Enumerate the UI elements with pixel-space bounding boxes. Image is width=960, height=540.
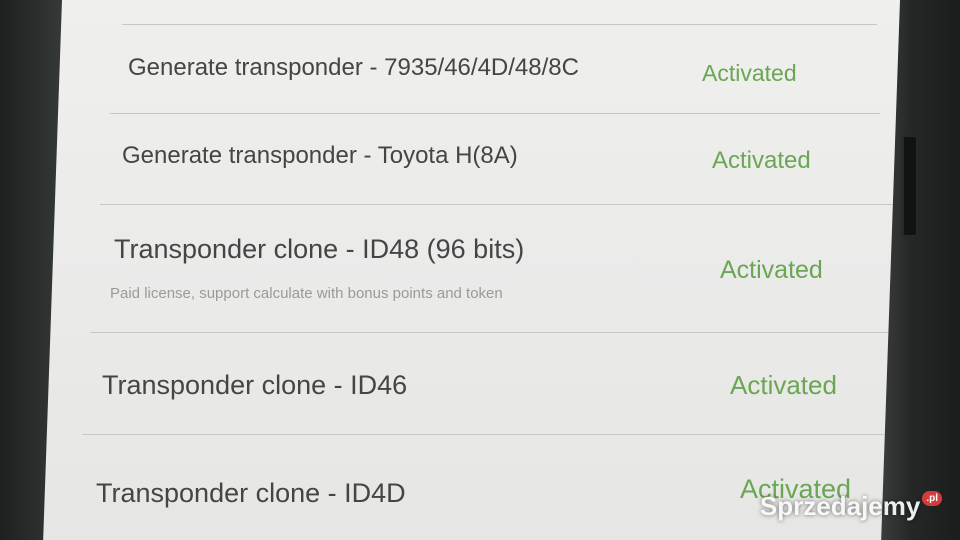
status-activated: Activated (702, 60, 797, 86)
watermark-brand: Sprzedajemy (759, 491, 921, 521)
device-side-button (902, 135, 918, 237)
list-divider (82, 434, 901, 435)
list-divider (110, 113, 880, 114)
list-divider (122, 24, 877, 25)
license-title: Transponder clone - ID48 (96 bits) (114, 234, 525, 264)
sprzedajemy-watermark-logo: Sprzedajemy .pl (760, 491, 942, 522)
device-screen: Generate transponder - 7935/46/4D/48/8C … (43, 0, 901, 540)
license-subtitle: Paid license, support calculate with bon… (110, 285, 503, 302)
list-divider (100, 204, 900, 205)
status-activated: Activated (720, 256, 823, 284)
license-title: Generate transponder - 7935/46/4D/48/8C (128, 54, 579, 81)
license-title: Transponder clone - ID4D (96, 478, 406, 508)
license-list: Generate transponder - 7935/46/4D/48/8C … (62, 0, 901, 540)
watermark-tld: .pl (922, 491, 942, 506)
license-title: Generate transponder - Toyota H(8A) (122, 142, 518, 169)
license-title: Transponder clone - ID46 (102, 370, 408, 400)
list-divider (90, 332, 901, 333)
status-activated: Activated (730, 370, 837, 400)
status-activated: Activated (712, 147, 811, 174)
